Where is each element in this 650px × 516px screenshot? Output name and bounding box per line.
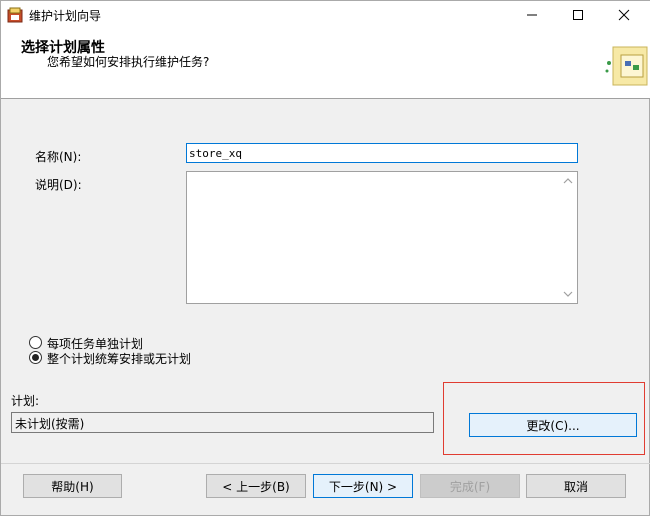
description-label: 说明(D): <box>35 178 82 192</box>
page-subtitle: 您希望如何安排执行维护任务? <box>47 55 210 69</box>
scroll-up-icon[interactable] <box>561 175 575 187</box>
finish-button[interactable]: 完成(F) <box>420 474 520 498</box>
scroll-down-icon[interactable] <box>561 288 575 300</box>
maximize-icon <box>573 10 583 20</box>
radio-single-schedule[interactable] <box>29 351 42 364</box>
footer-divider <box>1 463 650 464</box>
help-button[interactable]: 帮助(H) <box>23 474 122 498</box>
schedule-value-box: 未计划(按需) <box>11 412 434 433</box>
maximize-button[interactable] <box>555 1 601 29</box>
name-label: 名称(N): <box>35 150 82 164</box>
minimize-icon <box>527 14 537 16</box>
wizard-window: 维护计划向导 选择计划属性 您希望如何安排执行维护任务? 名称(N): 说明(D… <box>0 0 650 516</box>
wizard-app-icon <box>7 7 23 23</box>
schedule-label: 计划: <box>11 394 40 408</box>
title-bar: 维护计划向导 <box>1 1 650 29</box>
header-wizard-image <box>605 46 648 86</box>
change-schedule-button[interactable]: 更改(C)... <box>469 413 637 437</box>
description-textarea[interactable] <box>186 171 578 304</box>
radio-selected-dot <box>32 354 39 361</box>
radio-single-label[interactable]: 整个计划统筹安排或无计划 <box>47 350 191 367</box>
close-button[interactable] <box>601 1 647 29</box>
radio-separate-schedules[interactable] <box>29 336 42 349</box>
wizard-header: 选择计划属性 您希望如何安排执行维护任务? <box>1 29 650 99</box>
next-button[interactable]: 下一步(N) > <box>313 474 413 498</box>
close-icon <box>618 9 630 21</box>
cancel-button[interactable]: 取消 <box>526 474 626 498</box>
minimize-button[interactable] <box>509 1 555 29</box>
name-input[interactable] <box>186 143 578 163</box>
back-button[interactable]: < 上一步(B) <box>206 474 306 498</box>
window-title: 维护计划向导 <box>29 9 102 23</box>
